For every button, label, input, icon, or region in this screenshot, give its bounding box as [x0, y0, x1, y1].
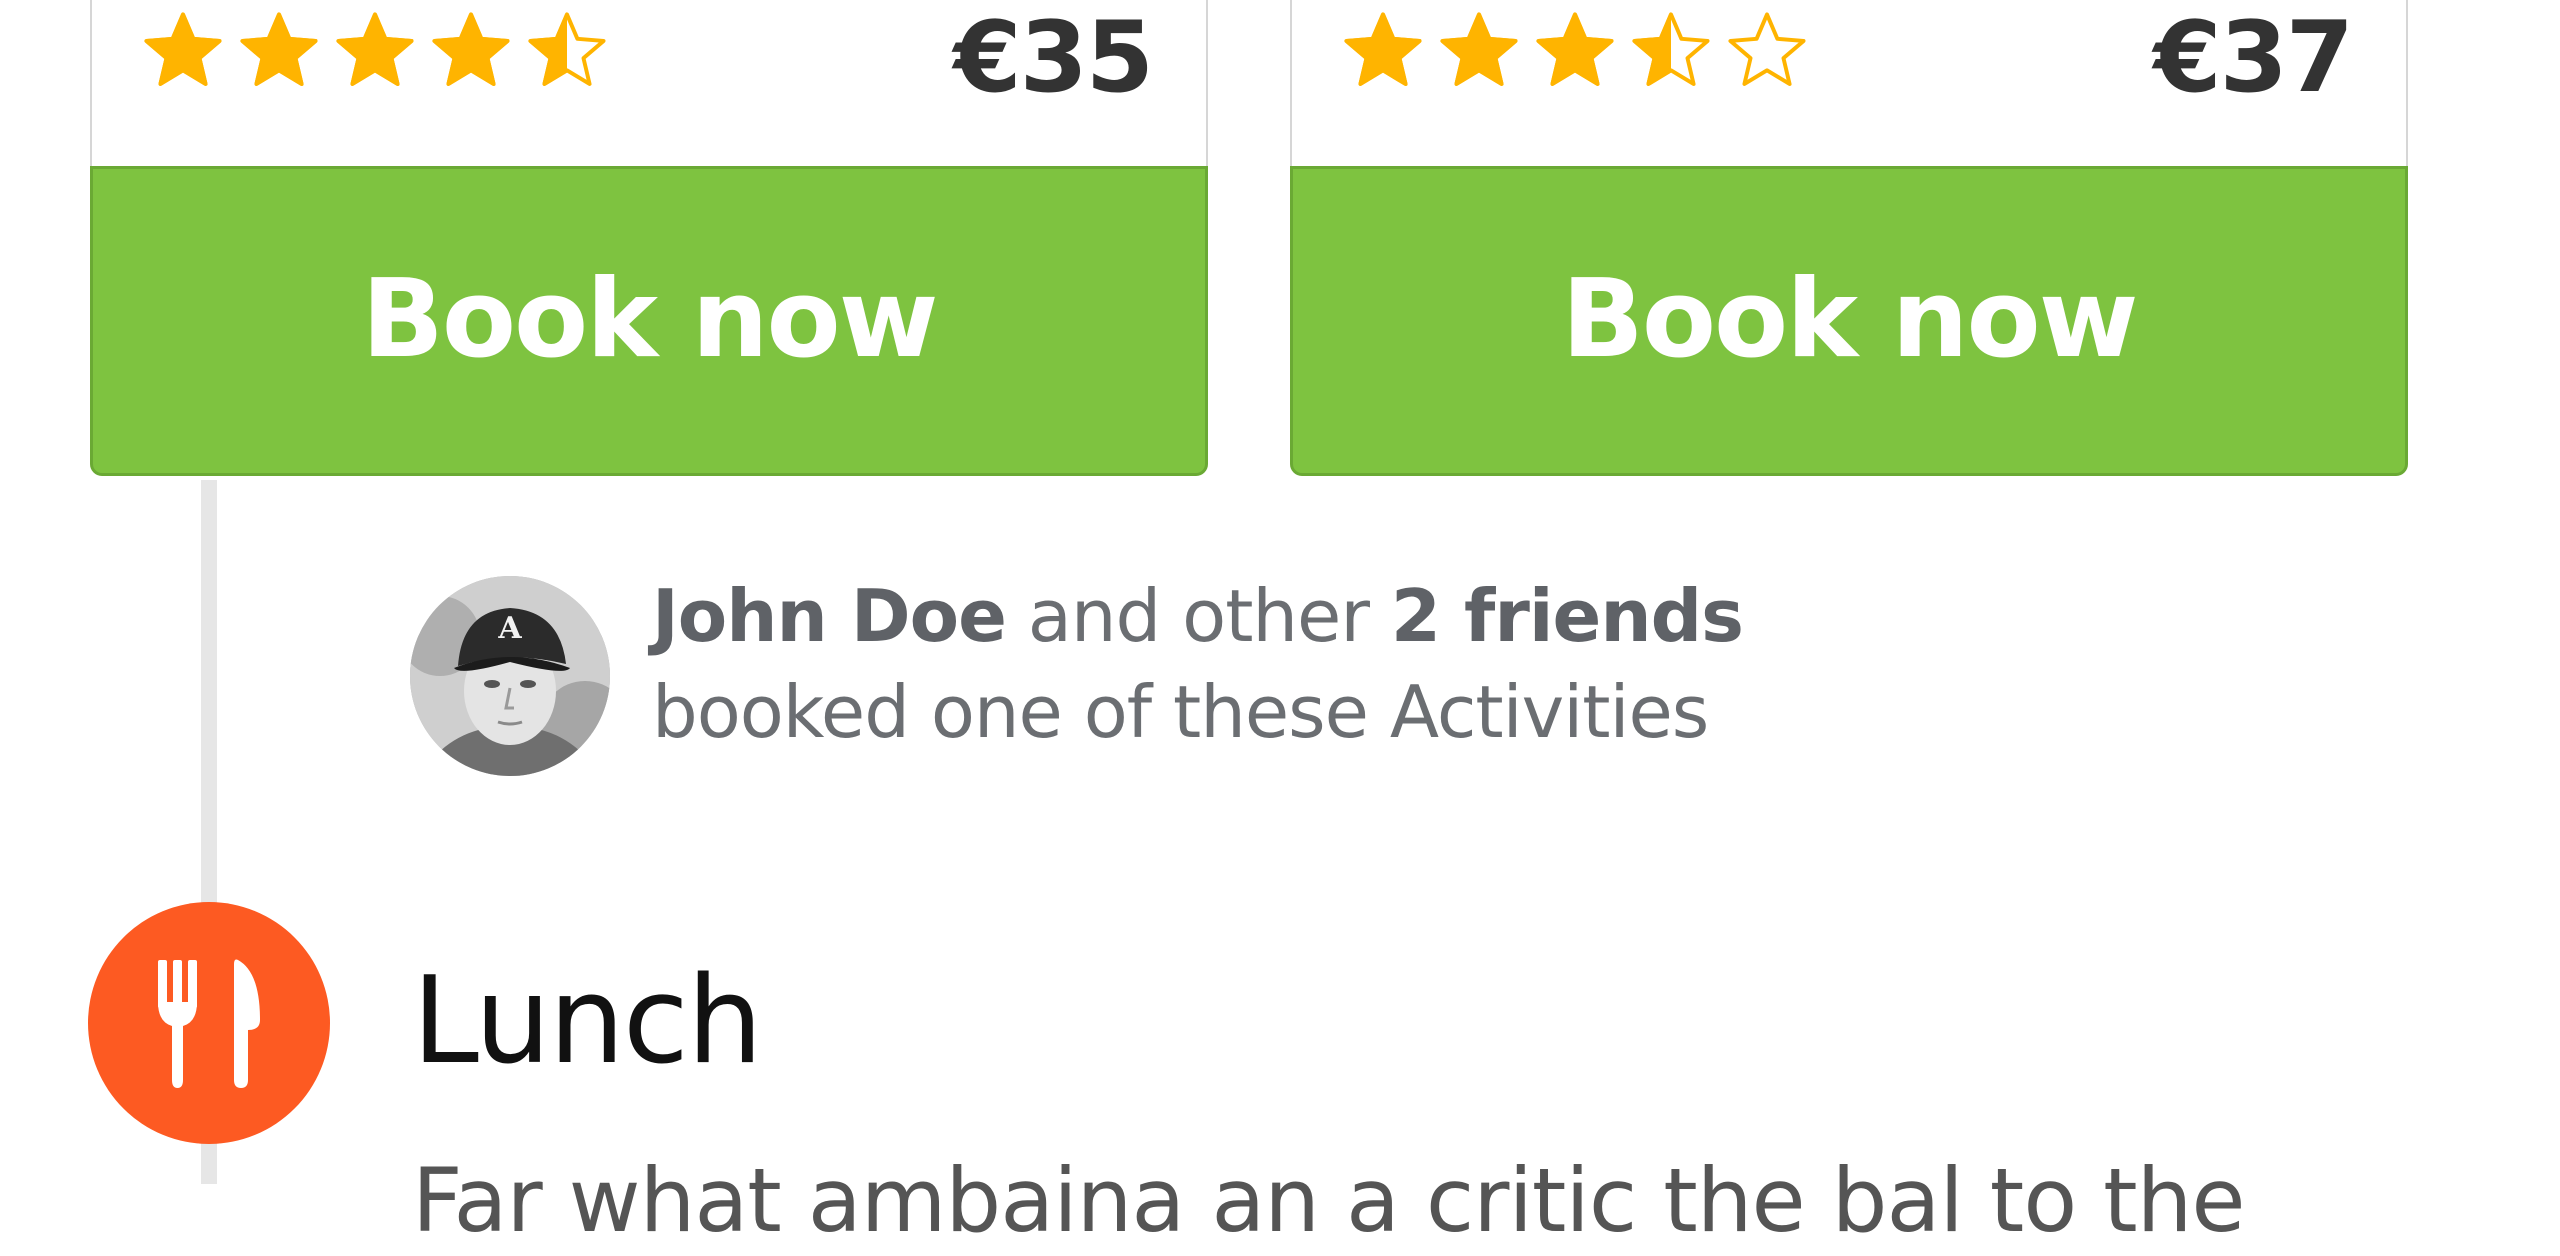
activity-card-2-info: €37 [1290, 0, 2408, 166]
star-icon [144, 12, 222, 86]
star-icon [528, 12, 606, 86]
star-rating [140, 8, 610, 94]
star-icon [1536, 12, 1614, 86]
friends-booked-text: John Doe and other 2 friends booked one … [652, 568, 1744, 760]
avatar[interactable]: A [410, 576, 610, 776]
price-label: €35 [953, 1, 1154, 115]
activity-card-2: €37 Book now [1290, 0, 2410, 486]
friends-line-1: John Doe and other 2 friends [652, 568, 1744, 664]
section-description: Far what ambaina an a critic the bal to … [412, 1149, 2246, 1252]
section-title: Lunch [412, 952, 763, 1091]
star-icon [1440, 12, 1518, 86]
book-now-label: Book now [1561, 256, 2139, 382]
friend-name[interactable]: John Doe [652, 574, 1007, 658]
star-rating [1340, 8, 1810, 94]
friends-line-2: booked one of these Activities [652, 670, 1709, 754]
star-icon [240, 12, 318, 86]
book-now-button[interactable]: Book now [90, 166, 1208, 476]
activity-card-1-info: €35 [90, 0, 1208, 166]
activity-card-1: €35 Book now [90, 0, 1210, 486]
star-icon [1728, 12, 1806, 86]
and-other-text: and other [1005, 574, 1391, 658]
star-icon [1632, 12, 1710, 86]
star-icon [432, 12, 510, 86]
friends-count[interactable]: 2 friends [1391, 574, 1744, 658]
svg-text:A: A [497, 611, 522, 646]
price-label: €37 [2153, 1, 2354, 115]
book-now-label: Book now [361, 256, 939, 382]
friends-booked-note: A John Doe and other 2 friends booked on… [410, 568, 1910, 778]
book-now-button[interactable]: Book now [1290, 166, 2408, 476]
star-icon [1344, 12, 1422, 86]
fork-knife-icon [88, 902, 330, 1144]
star-icon [336, 12, 414, 86]
